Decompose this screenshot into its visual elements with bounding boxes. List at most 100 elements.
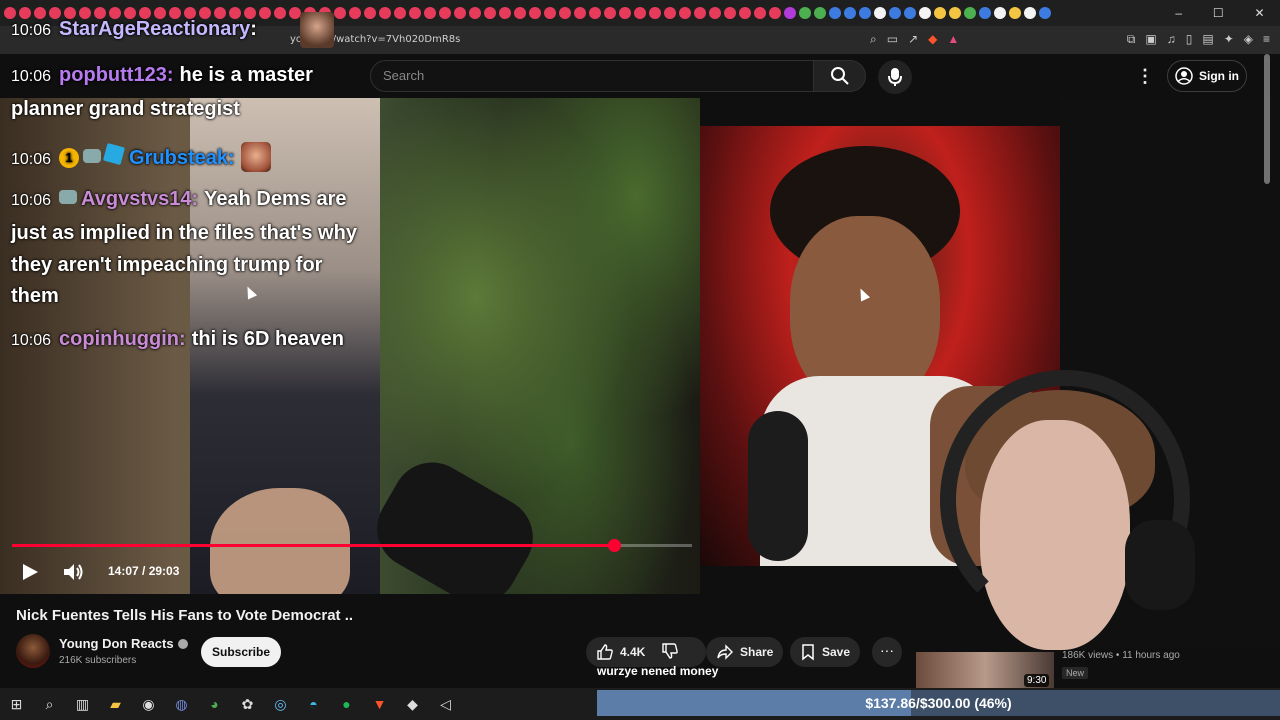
browser-tab[interactable] xyxy=(559,7,571,19)
discord-icon[interactable]: ◍ xyxy=(165,688,198,720)
volume-icon[interactable]: ◁ xyxy=(429,688,462,720)
close-window-button[interactable]: ✕ xyxy=(1255,6,1265,20)
like-button[interactable]: 4.4K xyxy=(596,643,645,661)
file-explorer-icon[interactable]: ▰ xyxy=(99,688,132,720)
browser-tab[interactable] xyxy=(604,7,616,19)
browser-tab[interactable] xyxy=(844,7,856,19)
spotify-icon[interactable]: ● xyxy=(330,688,363,720)
browser-tab[interactable] xyxy=(784,7,796,19)
browser-tab[interactable] xyxy=(634,7,646,19)
extension-icon[interactable]: ⧉ xyxy=(1127,32,1136,47)
browser-tab[interactable] xyxy=(724,7,736,19)
browser-tab[interactable] xyxy=(664,7,676,19)
browser-tab[interactable] xyxy=(409,7,421,19)
browser-tab[interactable] xyxy=(544,7,556,19)
donation-message: wurzye nened money xyxy=(597,664,719,678)
maximize-button[interactable]: ☐ xyxy=(1213,6,1224,20)
settings-more-icon[interactable]: ⋮ xyxy=(1136,66,1154,87)
task-view-icon[interactable]: ▥ xyxy=(66,688,99,720)
search-button[interactable] xyxy=(814,60,866,92)
media-icon[interactable]: ♫ xyxy=(1167,32,1176,47)
brave-shield-icon[interactable]: ◆ xyxy=(928,32,937,47)
dislike-button[interactable] xyxy=(661,642,679,663)
vpn-icon[interactable]: ◈ xyxy=(1244,32,1253,47)
page-scrollbar[interactable] xyxy=(1264,54,1270,184)
browser-tab[interactable] xyxy=(1024,7,1036,19)
brave-icon[interactable]: ▼ xyxy=(363,688,396,720)
browser-tab[interactable] xyxy=(649,7,661,19)
browser-tab[interactable] xyxy=(274,7,286,19)
browser-tab[interactable] xyxy=(529,7,541,19)
minimize-button[interactable]: – xyxy=(1175,6,1182,20)
search-icon[interactable]: ⌕ xyxy=(33,688,66,720)
menu-icon[interactable]: ≡ xyxy=(1263,32,1270,47)
browser-tab[interactable] xyxy=(814,7,826,19)
browser-tab[interactable] xyxy=(424,7,436,19)
browser-tab[interactable] xyxy=(859,7,871,19)
browser-tab[interactable] xyxy=(439,7,451,19)
play-button[interactable] xyxy=(20,562,40,582)
edge-icon[interactable]: ◓ xyxy=(297,688,330,720)
channel-name[interactable]: Young Don Reacts xyxy=(59,636,188,651)
search-input[interactable]: Search xyxy=(370,60,814,92)
browser-tab[interactable] xyxy=(469,7,481,19)
browser-tab[interactable] xyxy=(919,7,931,19)
browser-tab[interactable] xyxy=(499,7,511,19)
browser-tab[interactable] xyxy=(829,7,841,19)
browser-tab[interactable] xyxy=(799,7,811,19)
mute-button[interactable] xyxy=(62,561,84,583)
browser-tab[interactable] xyxy=(589,7,601,19)
subscribe-button[interactable]: Subscribe xyxy=(201,637,281,667)
sign-in-button[interactable]: Sign in xyxy=(1167,60,1247,92)
browser-tab[interactable] xyxy=(394,7,406,19)
browser-tab[interactable] xyxy=(754,7,766,19)
browser-tab[interactable] xyxy=(994,7,1006,19)
browser-tab[interactable] xyxy=(1039,7,1051,19)
voice-search-button[interactable] xyxy=(878,60,912,94)
browser-tab[interactable] xyxy=(934,7,946,19)
browser-tab[interactable] xyxy=(484,7,496,19)
windows-icon[interactable]: ⊞ xyxy=(0,688,33,720)
tab-search-icon[interactable]: ▣ xyxy=(1145,32,1156,47)
save-button[interactable]: Save xyxy=(790,637,861,667)
cast-icon[interactable]: ▭ xyxy=(887,32,898,47)
sidebar-icon[interactable]: ▯ xyxy=(1186,32,1193,47)
share-page-icon[interactable]: ↗ xyxy=(908,32,918,47)
wallet-icon[interactable]: ▤ xyxy=(1202,32,1213,47)
browser-tab[interactable] xyxy=(979,7,991,19)
browser-tab[interactable] xyxy=(514,7,526,19)
chrome-icon[interactable]: ◕ xyxy=(198,688,231,720)
mask-badge-icon xyxy=(59,190,78,204)
more-actions-button[interactable]: ··· xyxy=(872,637,902,667)
browser-tab[interactable] xyxy=(904,7,916,19)
steam-icon[interactable]: ◎ xyxy=(264,688,297,720)
browser-tab[interactable] xyxy=(574,7,586,19)
app-icon[interactable]: ✿ xyxy=(231,688,264,720)
app2-icon[interactable]: ◆ xyxy=(396,688,429,720)
channel-avatar[interactable] xyxy=(16,634,50,668)
channel-name-text[interactable]: Young Don Reacts xyxy=(59,636,174,651)
share-button[interactable]: Share xyxy=(706,637,784,667)
progress-bar[interactable] xyxy=(12,539,692,552)
obs-icon[interactable]: ◉ xyxy=(132,688,165,720)
browser-tab[interactable] xyxy=(364,7,376,19)
browser-tab[interactable] xyxy=(769,7,781,19)
browser-tab[interactable] xyxy=(259,7,271,19)
browser-tab[interactable] xyxy=(679,7,691,19)
browser-tab[interactable] xyxy=(949,7,961,19)
browser-tab[interactable] xyxy=(964,7,976,19)
browser-tab[interactable] xyxy=(709,7,721,19)
browser-tab[interactable] xyxy=(889,7,901,19)
brave-rewards-icon[interactable]: ▲ xyxy=(947,32,959,47)
browser-tab[interactable] xyxy=(334,7,346,19)
browser-tab[interactable] xyxy=(739,7,751,19)
browser-tab[interactable] xyxy=(874,7,886,19)
browser-tab[interactable] xyxy=(619,7,631,19)
leo-icon[interactable]: ✦ xyxy=(1224,32,1234,47)
browser-tab[interactable] xyxy=(454,7,466,19)
browser-tab[interactable] xyxy=(349,7,361,19)
zoom-icon[interactable]: ⌕ xyxy=(870,32,877,47)
browser-tab[interactable] xyxy=(694,7,706,19)
browser-tab[interactable] xyxy=(1009,7,1021,19)
browser-tab[interactable] xyxy=(379,7,391,19)
